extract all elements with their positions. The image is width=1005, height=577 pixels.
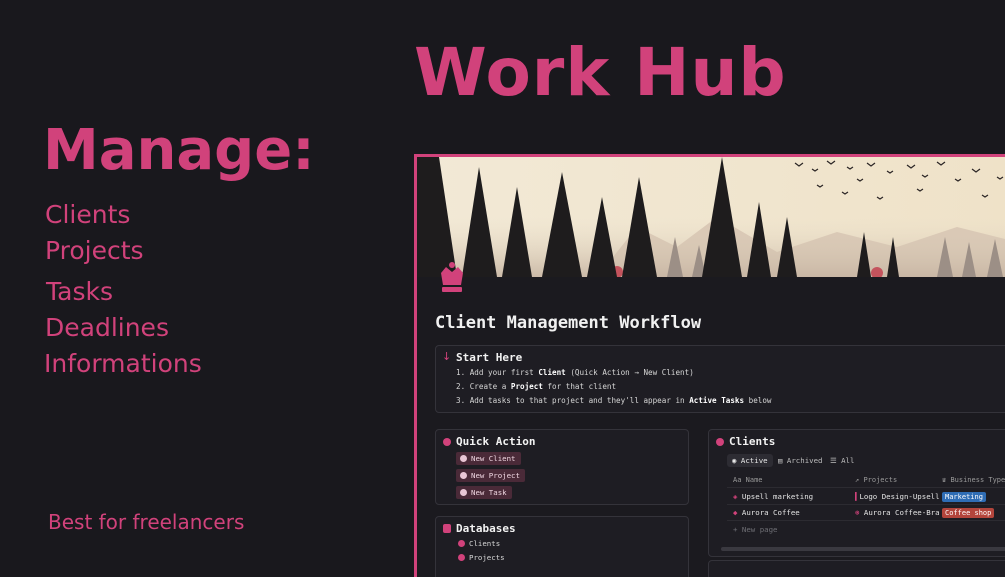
start-here-callout: ↓ Start Here 1. Add your first Client (Q… (435, 345, 1005, 413)
feature-projects: Projects (45, 236, 144, 265)
arrow-down-icon: ↓ (442, 350, 452, 363)
database-icon (443, 524, 451, 533)
next-section-card (708, 560, 1005, 577)
user-icon (460, 455, 467, 462)
tab-archived[interactable]: ▤ Archived (773, 454, 828, 467)
app-window: Client Management Workflow ↓ Start Here … (414, 154, 1005, 577)
database-link-clients[interactable]: Clients (458, 539, 500, 548)
user-icon (716, 438, 724, 446)
cover-image (417, 157, 1005, 277)
databases-title: Databases (456, 522, 516, 535)
database-link-projects[interactable]: Projects (458, 553, 505, 562)
bolt-icon (443, 438, 451, 446)
hero-title: Work Hub (414, 34, 787, 111)
feature-informations: Informations (44, 349, 202, 378)
table-row-name[interactable]: ◈ Upsell marketing (733, 492, 813, 501)
tab-all[interactable]: ☰ All (825, 454, 859, 467)
column-header-projects[interactable]: ↗ Projects (855, 476, 897, 484)
new-page-button[interactable]: + New page (733, 525, 778, 534)
business-type-tag: Coffee shop (942, 508, 995, 518)
quick-action-card: Quick Action New Client New Project New … (435, 429, 689, 505)
feature-deadlines: Deadlines (45, 313, 169, 342)
new-client-button[interactable]: New Client (456, 452, 521, 465)
clients-title: Clients (729, 435, 776, 448)
step-2: 2. Create a Project for that client (456, 382, 617, 391)
user-icon (458, 540, 465, 547)
column-header-name[interactable]: Aa Name (733, 476, 763, 484)
crown-icon[interactable] (437, 261, 467, 297)
checkbox-icon (460, 489, 467, 496)
new-project-button[interactable]: New Project (456, 469, 525, 482)
table-row-project[interactable]: ⊛ Aurora Coffee-Brand (855, 508, 940, 517)
tagline: Best for freelancers (48, 510, 245, 534)
folder-icon (460, 472, 467, 479)
new-task-button[interactable]: New Task (456, 486, 512, 499)
business-type-tag: Marketing (942, 492, 986, 502)
step-3: 3. Add tasks to that project and they'll… (456, 396, 772, 405)
quick-action-title: Quick Action (456, 435, 536, 448)
step-1: 1. Add your first Client (Quick Action →… (456, 368, 694, 377)
page-title: Client Management Workflow (435, 313, 702, 333)
manage-heading: Manage: (43, 118, 315, 183)
start-here-title: Start Here (456, 351, 523, 364)
folder-icon (458, 554, 465, 561)
column-header-business-type[interactable]: ♛ Business Type (942, 476, 1005, 484)
clients-database-view: Clients ◉ Active ▤ Archived ☰ All Aa Nam… (708, 429, 1005, 557)
databases-card: Databases Clients Projects (435, 516, 689, 577)
table-row-project[interactable]: ▍Logo Design-Upsell (855, 492, 940, 501)
table-row-name[interactable]: ◆ Aurora Coffee (733, 508, 800, 517)
horizontal-scrollbar[interactable] (721, 547, 1005, 551)
feature-clients: Clients (45, 200, 131, 229)
feature-tasks: Tasks (46, 277, 113, 306)
tab-active[interactable]: ◉ Active (727, 454, 773, 467)
